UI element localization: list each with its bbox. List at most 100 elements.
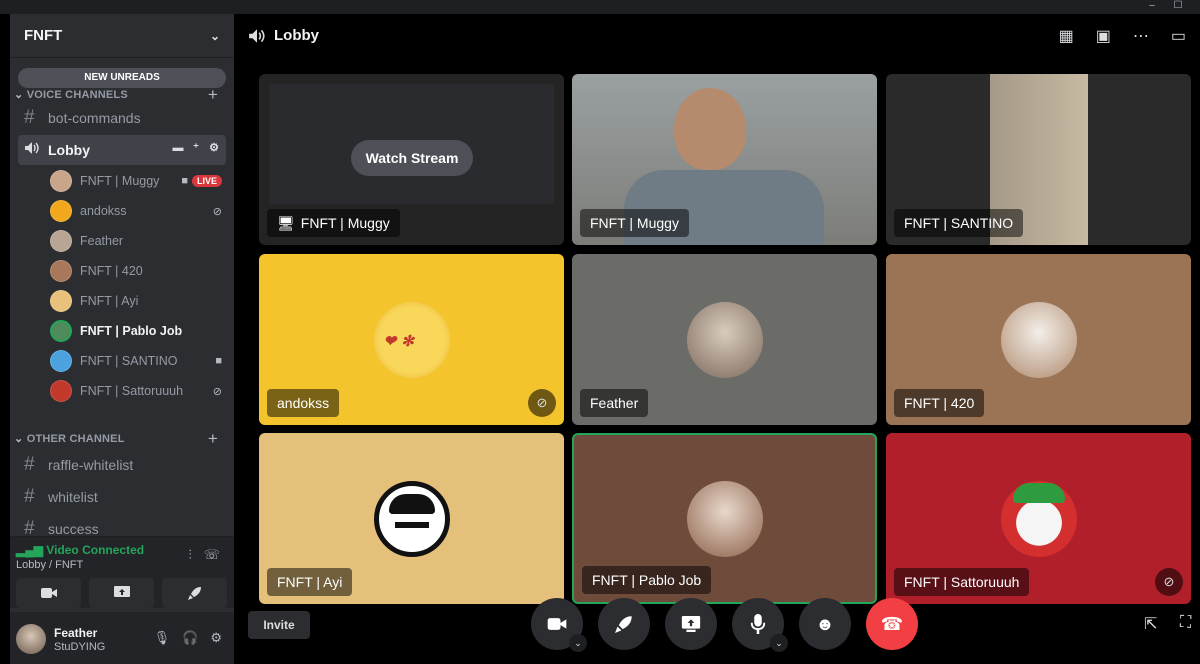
video-tile-pablo-job[interactable]: FNFT | Pablo Job [572, 433, 877, 604]
popout-icon[interactable]: ⇱ [1144, 614, 1157, 634]
screen-share-button[interactable] [665, 598, 717, 650]
video-tile-ayi[interactable]: FNFT | Ayi [259, 433, 564, 604]
user-status[interactable]: StuDYING [54, 641, 105, 653]
chevron-down-icon: ⌄ [14, 89, 24, 101]
leave-call-button[interactable]: ☎ [866, 598, 918, 650]
video-tile-feather[interactable]: Feather [572, 254, 877, 425]
channel-lobby[interactable]: Lobby ▬ ⁺ ⚙ [18, 135, 226, 165]
channel-label: bot-commands [48, 110, 141, 126]
voice-user-pablo-job[interactable]: FNFT | Pablo Job [50, 317, 226, 345]
add-channel-icon[interactable]: + [208, 85, 218, 105]
microphone-icon[interactable]: 🎙 [154, 630, 171, 646]
andoks-logo-icon: ❤ ✻ [383, 331, 414, 350]
popout-icon[interactable]: ▣ [1096, 26, 1111, 46]
more-options-icon[interactable]: ⋯ [1133, 26, 1149, 46]
channel-raffle-whitelist[interactable]: # raffle-whitelist [18, 450, 226, 480]
voice-user-label: FNFT | Muggy [80, 174, 160, 188]
avatar [1000, 301, 1077, 378]
headphones-icon[interactable]: 🎧 [182, 630, 198, 646]
muted-mic-icon: ⊘ [1155, 568, 1183, 596]
avatar [50, 350, 72, 372]
chat-icon[interactable]: ▭ [1171, 26, 1186, 46]
voice-user-andokss[interactable]: andokss ⊘ [50, 197, 226, 225]
rocket-icon [187, 587, 201, 600]
muted-mic-icon: ⊘ [212, 205, 222, 218]
category-other-label: OTHER CHANNEL [26, 433, 125, 445]
watch-stream-button[interactable]: Watch Stream [351, 140, 473, 176]
screen-share-button[interactable] [89, 578, 154, 608]
rocket-icon [615, 616, 632, 633]
voice-connection-panel: ▂▄▆ Video Connected Lobby / FNFT ⫶ ☏ [10, 536, 234, 608]
activity-button[interactable] [162, 578, 227, 608]
avatar [50, 320, 72, 342]
video-tile-sattoruuuh[interactable]: FNFT | Sattoruuuh ⊘ [886, 433, 1191, 604]
new-unreads-pill[interactable]: NEW UNREADS [18, 68, 226, 88]
avatar [686, 301, 763, 378]
category-voice-label: VOICE CHANNELS [26, 89, 128, 101]
tile-name-label: FNFT | Ayi [267, 568, 353, 596]
channel-label: Lobby [48, 142, 90, 158]
category-voice[interactable]: ⌄ VOICE CHANNELS + [10, 85, 234, 105]
channel-bot-commands[interactable]: # bot-commands [18, 103, 226, 133]
green-cap-icon [1012, 482, 1065, 503]
hash-icon: # [24, 486, 35, 507]
gear-icon[interactable]: ⚙ [208, 142, 220, 154]
add-channel-icon[interactable]: + [208, 429, 218, 449]
tile-name-label: FNFT | 420 [894, 389, 985, 417]
video-tile-muggy-camera[interactable]: FNFT | Muggy [572, 74, 877, 245]
emoji-button[interactable]: ☻ [799, 598, 851, 650]
voice-status[interactable]: ▂▄▆ Video Connected [16, 543, 144, 557]
channel-whitelist[interactable]: # whitelist [18, 482, 226, 512]
voice-user-sattoruuuh[interactable]: FNFT | Sattoruuuh ⊘ [50, 377, 226, 405]
screen-share-icon [681, 616, 701, 632]
grid-layout-icon[interactable]: ▦ [1059, 26, 1074, 46]
voice-user-santino[interactable]: FNFT | SANTINO ■ [50, 347, 226, 375]
camera-icon: ■ [215, 355, 222, 367]
voice-user-ayi[interactable]: FNFT | Ayi [50, 287, 226, 315]
activity-button[interactable] [598, 598, 650, 650]
video-tile-santino[interactable]: FNFT | SANTINO [886, 74, 1191, 245]
chevron-down-icon[interactable]: ⌄ [569, 634, 587, 652]
muted-mic-icon: ⊘ [528, 389, 556, 417]
chevron-down-icon[interactable]: ⌄ [770, 634, 788, 652]
fullscreen-icon[interactable]: ⛶ [1180, 614, 1191, 632]
avatar[interactable] [16, 624, 46, 654]
camera-icon: ■ [181, 175, 188, 187]
voice-user-label: FNFT | 420 [80, 264, 143, 278]
chevron-down-icon: ⌄ [14, 433, 24, 445]
title-bar: – ☐ [0, 0, 1200, 14]
voice-user-muggy[interactable]: FNFT | Muggy ■ LIVE [50, 167, 226, 195]
username[interactable]: Feather [54, 626, 97, 640]
noise-suppression-icon[interactable]: ⫶ [188, 547, 191, 563]
hash-icon: # [24, 454, 35, 475]
microphone-toggle-button[interactable]: ⌄ [732, 598, 788, 652]
voice-user-420[interactable]: FNFT | 420 [50, 257, 226, 285]
voice-user-feather[interactable]: Feather [50, 227, 226, 255]
voice-location[interactable]: Lobby / FNFT [16, 559, 83, 571]
server-header[interactable]: FNFT ⌄ [10, 14, 234, 58]
add-user-icon[interactable]: ⁺ [190, 142, 202, 154]
video-tile-420[interactable]: FNFT | 420 [886, 254, 1191, 425]
voice-stage: Lobby ▦ ▣ ⋯ ▭ Watch Stream 🖥 FNFT | Muggy… [234, 14, 1200, 664]
channel-header: Lobby ▦ ▣ ⋯ ▭ [234, 14, 1200, 58]
live-badge: LIVE [191, 175, 222, 187]
avatar: ❤ ✻ [373, 301, 450, 378]
tile-name-label: FNFT | Muggy [580, 209, 689, 237]
category-other[interactable]: ⌄ OTHER CHANNEL + [10, 429, 234, 449]
invite-button[interactable]: Invite [248, 611, 310, 639]
video-tile-andokss[interactable]: ❤ ✻ andokss ⊘ [259, 254, 564, 425]
chat-icon[interactable]: ▬ [172, 142, 184, 154]
gear-icon[interactable]: ⚙ [210, 630, 222, 646]
video-tile-muggy-stream[interactable]: Watch Stream 🖥 FNFT | Muggy [259, 74, 564, 245]
disconnect-icon[interactable]: ☏ [204, 547, 220, 563]
avatar [50, 380, 72, 402]
tile-name-label: Feather [580, 389, 649, 417]
avatar [50, 170, 72, 192]
avatar [686, 480, 763, 557]
tile-name-label: FNFT | Pablo Job [582, 566, 712, 594]
camera-toggle-button[interactable]: ⌄ [531, 598, 587, 652]
camera-button[interactable] [16, 578, 81, 608]
chevron-down-icon[interactable]: ⌄ [210, 29, 220, 43]
minimize-button[interactable]: – [1140, 0, 1164, 14]
maximize-button[interactable]: ☐ [1166, 0, 1190, 14]
